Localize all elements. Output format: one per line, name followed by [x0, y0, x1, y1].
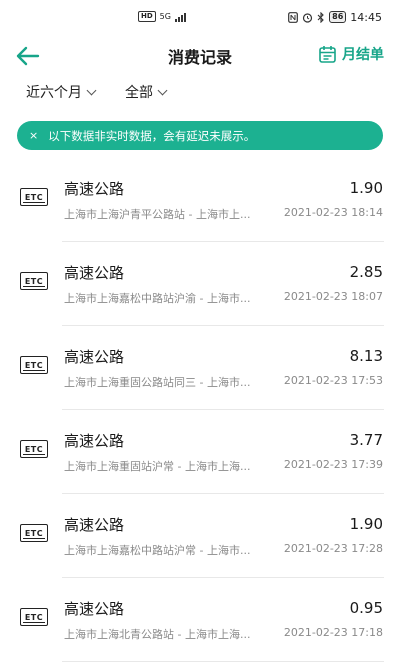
period-filter[interactable]: 近六个月: [26, 82, 97, 102]
list-item[interactable]: ETC 高速公路 3.77 上海市上海重固站沪常 - 上海市上海... 2021…: [0, 410, 400, 494]
record-amount: 2.85: [349, 263, 383, 281]
monthly-bill-label: 月结单: [342, 47, 384, 63]
record-amount: 1.90: [349, 515, 383, 533]
record-time: 2021-02-23 17:28: [283, 542, 383, 555]
list-item[interactable]: ETC 高速公路 0.95 上海市上海北青公路站 - 上海市上海... 2021…: [0, 578, 400, 662]
record-detail: 上海市上海重固站沪常 - 上海市上海...: [64, 460, 251, 473]
record-time: 2021-02-23 18:07: [283, 290, 383, 303]
app-header: 消费记录 月结单: [0, 34, 400, 78]
record-detail: 上海市上海重固公路站同三 - 上海市...: [64, 376, 251, 389]
filter-bar: 近六个月 全部: [26, 82, 168, 102]
record-name: 高速公路: [64, 180, 125, 198]
record-name: 高速公路: [64, 264, 125, 282]
type-filter[interactable]: 全部: [125, 82, 168, 102]
list-item[interactable]: ETC 高速公路 8.13 上海市上海重固公路站同三 - 上海市... 2021…: [0, 326, 400, 410]
clock: 14:45: [350, 10, 382, 24]
record-time: 2021-02-23 18:14: [283, 206, 383, 219]
record-amount: 3.77: [349, 431, 383, 449]
alarm-icon: [303, 12, 313, 23]
bluetooth-icon: [317, 11, 324, 23]
record-detail: 上海市上海北青公路站 - 上海市上海...: [64, 628, 251, 641]
record-amount: 1.90: [349, 179, 383, 197]
list-item[interactable]: ETC 高速公路 2.85 上海市上海嘉松中路站沪渝 - 上海市... 2021…: [0, 242, 400, 326]
nfc-icon: [288, 11, 299, 23]
chevron-down-icon: [157, 85, 168, 95]
network-indicators: HD 5G: [138, 11, 186, 22]
record-amount: 8.13: [349, 347, 383, 365]
chevron-down-icon: [86, 85, 97, 95]
hd-badge: HD: [138, 11, 156, 22]
network-type: 5G: [159, 12, 171, 21]
signal-icon: [174, 12, 186, 22]
record-time: 2021-02-23 17:18: [283, 626, 383, 639]
record-time: 2021-02-23 17:53: [283, 374, 383, 387]
etc-icon: ETC: [20, 608, 48, 626]
record-detail: 上海市上海嘉松中路站沪渝 - 上海市...: [64, 292, 251, 305]
list-item[interactable]: ETC 高速公路 1.90 上海市上海嘉松中路站沪常 - 上海市... 2021…: [0, 494, 400, 578]
type-filter-label: 全部: [125, 85, 153, 101]
record-time: 2021-02-23 17:39: [283, 458, 383, 471]
close-icon[interactable]: ×: [29, 129, 38, 142]
etc-icon: ETC: [20, 356, 48, 374]
status-right: 86 14:45: [288, 11, 382, 24]
etc-icon: ETC: [20, 272, 48, 290]
status-bar: HD 5G 86 14:45: [0, 0, 400, 34]
monthly-bill-button[interactable]: 月结单: [319, 44, 384, 64]
back-button[interactable]: [14, 42, 44, 70]
records-list: ETC 高速公路 1.90 上海市上海沪青平公路站 - 上海市上... 2021…: [0, 158, 400, 662]
notice-text: 以下数据非实时数据，会有延迟未展示。: [48, 128, 256, 143]
record-name: 高速公路: [64, 516, 125, 534]
record-amount: 0.95: [349, 599, 383, 617]
etc-icon: ETC: [20, 524, 48, 542]
list-item[interactable]: ETC 高速公路 1.90 上海市上海沪青平公路站 - 上海市上... 2021…: [0, 158, 400, 242]
record-name: 高速公路: [64, 432, 125, 450]
notice-banner: × 以下数据非实时数据，会有延迟未展示。: [17, 121, 383, 150]
period-filter-label: 近六个月: [26, 85, 82, 101]
record-name: 高速公路: [64, 600, 125, 618]
record-detail: 上海市上海嘉松中路站沪常 - 上海市...: [64, 544, 251, 557]
etc-icon: ETC: [20, 440, 48, 458]
battery-icon: 86: [329, 11, 347, 23]
record-name: 高速公路: [64, 348, 125, 366]
back-arrow-icon: [16, 46, 40, 66]
etc-icon: ETC: [20, 188, 48, 206]
calendar-icon: [319, 46, 336, 63]
record-detail: 上海市上海沪青平公路站 - 上海市上...: [64, 208, 251, 221]
